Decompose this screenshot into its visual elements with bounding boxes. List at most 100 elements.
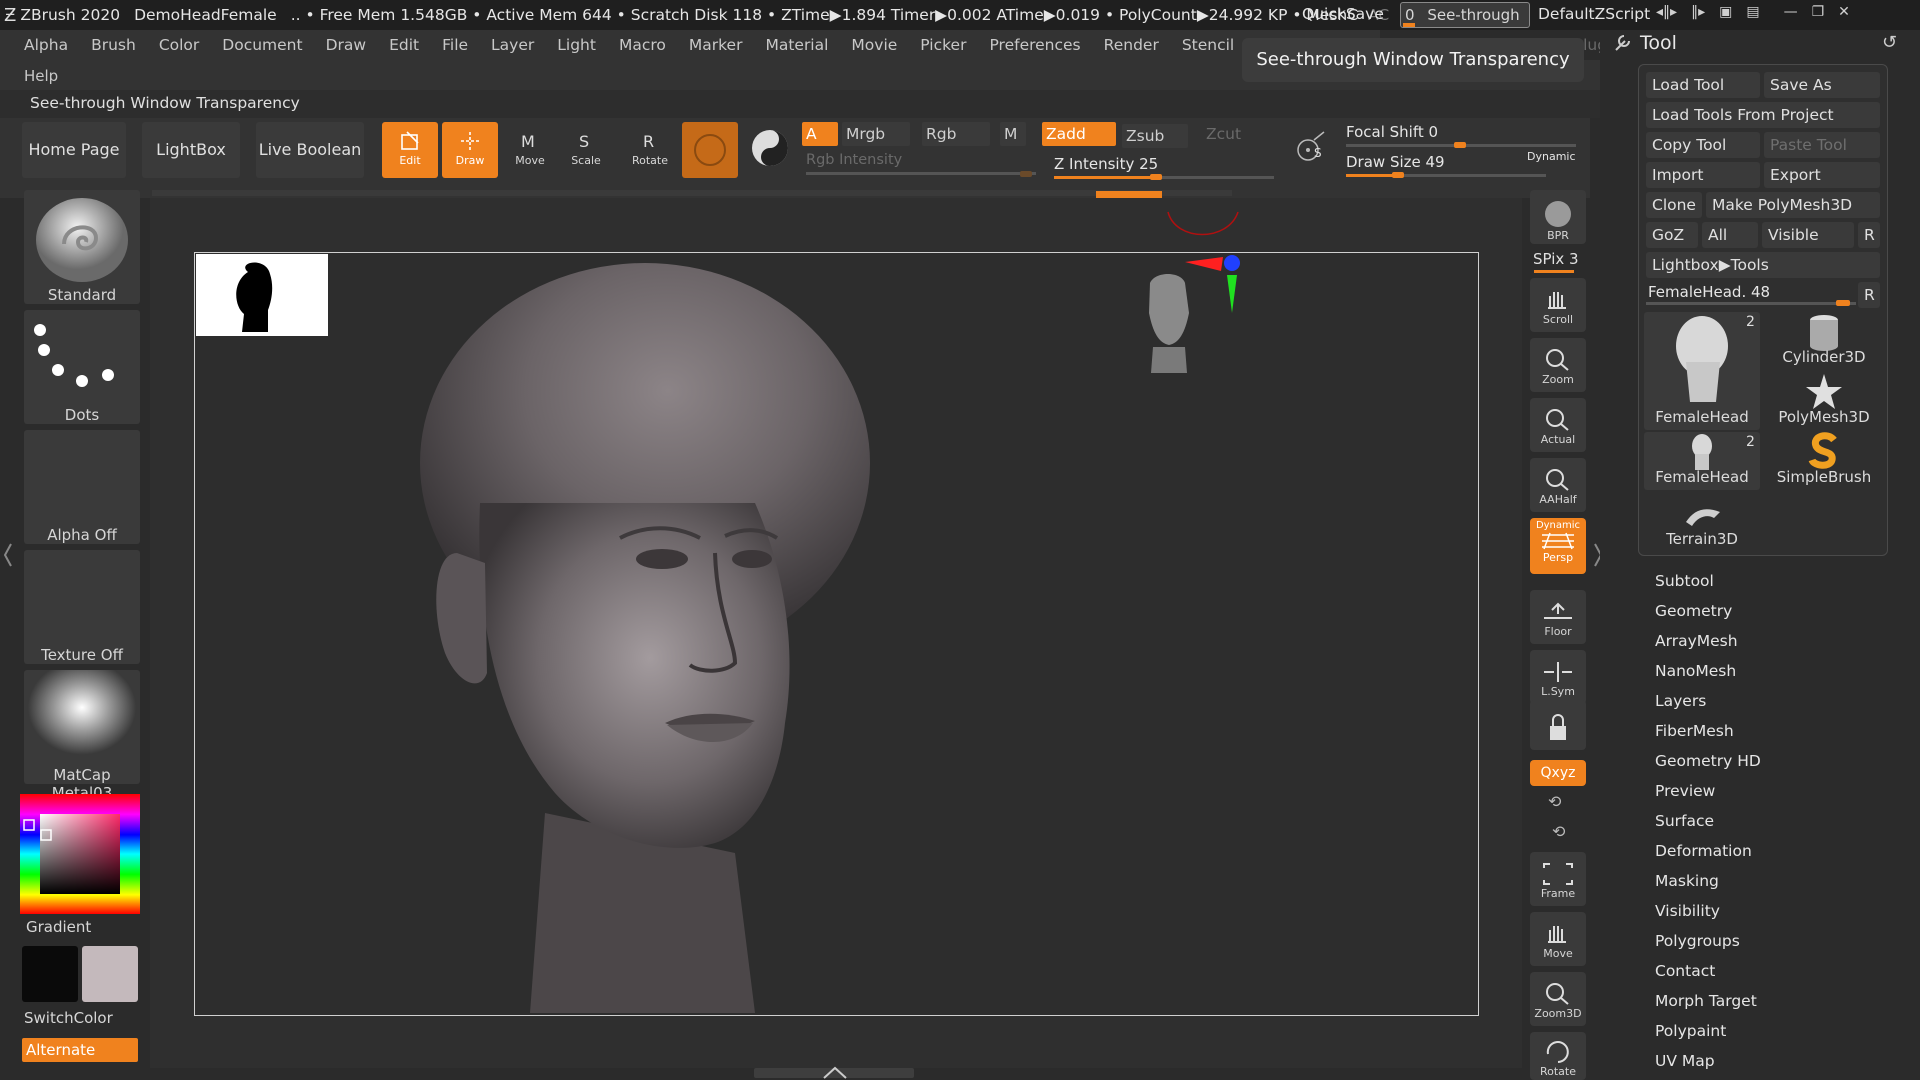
layout-icon[interactable]: ▣ xyxy=(1719,4,1732,26)
subpalette-preview[interactable]: Preview xyxy=(1655,782,1715,800)
left-tray-handle[interactable] xyxy=(3,540,12,570)
goz-r-button[interactable]: R xyxy=(1858,222,1880,248)
lazy-mouse-button[interactable]: S xyxy=(1290,128,1330,172)
bpr-button[interactable]: BPR xyxy=(1530,190,1586,244)
subpalette-polypaint[interactable]: Polypaint xyxy=(1655,1022,1726,1040)
menu-spacing2-icon[interactable]: ‖▸ xyxy=(1691,4,1705,26)
scale-button[interactable]: S Scale xyxy=(558,122,614,178)
default-zscript-button[interactable]: DefaultZScript xyxy=(1538,5,1650,23)
a-toggle[interactable]: A xyxy=(802,122,838,146)
secondary-color-swatch[interactable] xyxy=(82,946,138,1002)
m-toggle[interactable]: M xyxy=(1000,122,1026,146)
document-viewport[interactable] xyxy=(194,252,1479,1016)
menu-draw[interactable]: Draw xyxy=(326,36,366,54)
main-color-swatch[interactable] xyxy=(22,946,78,1002)
home-page-button[interactable]: Home Page xyxy=(22,122,126,178)
rotate-button[interactable]: R Rotate xyxy=(622,122,678,178)
subpalette-uv-map[interactable]: UV Map xyxy=(1655,1052,1715,1070)
subpalette-masking[interactable]: Masking xyxy=(1655,872,1719,890)
menu-stencil[interactable]: Stencil xyxy=(1182,36,1234,54)
tool-thumb-polymesh3d[interactable]: PolyMesh3D xyxy=(1764,372,1884,428)
import-button[interactable]: Import xyxy=(1646,162,1760,188)
stroke-tile[interactable]: Dots xyxy=(24,310,140,424)
rgb-intensity-slider[interactable] xyxy=(806,172,1036,175)
zsub-toggle[interactable]: Zsub xyxy=(1122,124,1188,148)
menu-movie[interactable]: Movie xyxy=(851,36,897,54)
menu-layer[interactable]: Layer xyxy=(491,36,534,54)
restore-icon[interactable]: ❐ xyxy=(1812,4,1825,26)
menu-edit[interactable]: Edit xyxy=(389,36,419,54)
tool-thumb-simplebrush[interactable]: SimpleBrush xyxy=(1764,432,1884,488)
copy-tool-button[interactable]: Copy Tool xyxy=(1646,132,1760,158)
material-sphere-button[interactable] xyxy=(682,122,738,178)
mrgb-toggle[interactable]: Mrgb xyxy=(842,122,910,146)
tool-thumb-femalehead[interactable]: 2 FemaleHead xyxy=(1644,312,1760,430)
rgb-intensity-knob[interactable] xyxy=(1020,171,1032,177)
persp-button[interactable]: Dynamic Persp xyxy=(1530,518,1586,574)
tool-thumb-cylinder3d[interactable]: Cylinder3D xyxy=(1764,312,1884,368)
menu-light[interactable]: Light xyxy=(557,36,596,54)
make-polymesh3d-button[interactable]: Make PolyMesh3D xyxy=(1706,192,1880,218)
menu-material[interactable]: Material xyxy=(765,36,828,54)
chevron-up-icon[interactable] xyxy=(820,1066,850,1080)
goz-all-button[interactable]: All xyxy=(1702,222,1758,248)
tool-thumb-femalehead-2[interactable]: 2 FemaleHead xyxy=(1644,432,1760,490)
menu-marker[interactable]: Marker xyxy=(689,36,743,54)
alternate-button[interactable]: Alternate xyxy=(22,1038,138,1062)
menu-picker[interactable]: Picker xyxy=(920,36,966,54)
menu-spacing-icon[interactable]: ◂‖▸ xyxy=(1656,4,1677,26)
lightbox-tools-button[interactable]: Lightbox▶Tools xyxy=(1646,252,1880,278)
current-tool-knob[interactable] xyxy=(1836,300,1850,306)
load-tool-button[interactable]: Load Tool xyxy=(1646,72,1760,98)
menu-alpha[interactable]: Alpha xyxy=(24,36,68,54)
frame-button[interactable]: Frame xyxy=(1530,852,1586,906)
subpalette-geometry[interactable]: Geometry xyxy=(1655,602,1732,620)
menu-brush[interactable]: Brush xyxy=(91,36,136,54)
close-icon[interactable]: ✕ xyxy=(1838,4,1850,26)
subpalette-morph-target[interactable]: Morph Target xyxy=(1655,992,1757,1010)
zoom3d-button[interactable]: Zoom3D xyxy=(1530,972,1586,1026)
texture-tile[interactable]: Texture Off xyxy=(24,550,140,664)
spix-slider[interactable]: SPix 3 xyxy=(1533,250,1579,268)
xyz-rotation-button[interactable]: Qxyz xyxy=(1530,760,1586,786)
edit-button[interactable]: Edit xyxy=(382,122,438,178)
z-intensity-knob[interactable] xyxy=(1150,174,1162,180)
material-tile[interactable]: MatCap Metal03 xyxy=(24,670,140,802)
tool-panel-title[interactable]: Tool xyxy=(1640,32,1677,54)
brush-tile[interactable]: Standard xyxy=(24,190,140,304)
dynamic-toggle[interactable]: Dynamic xyxy=(1527,150,1576,163)
zcut-toggle[interactable]: Zcut xyxy=(1202,122,1262,146)
subpalette-subtool[interactable]: Subtool xyxy=(1655,572,1714,590)
menu-macro[interactable]: Macro xyxy=(619,36,666,54)
focal-shift-knob[interactable] xyxy=(1454,142,1466,148)
subpalette-fibermesh[interactable]: FiberMesh xyxy=(1655,722,1734,740)
lightbox-button[interactable]: LightBox xyxy=(142,122,240,178)
paste-tool-button[interactable]: Paste Tool xyxy=(1764,132,1880,158)
reset-icon[interactable]: ↺ xyxy=(1882,32,1897,53)
subpalette-surface[interactable]: Surface xyxy=(1655,812,1714,830)
layout2-icon[interactable]: ▤ xyxy=(1746,4,1759,26)
move-button[interactable]: M Move xyxy=(502,122,558,178)
quicksave-button[interactable]: QuickSave xyxy=(1302,5,1384,23)
clone-button[interactable]: Clone xyxy=(1646,192,1702,218)
rotate-view-button[interactable]: Rotate xyxy=(1530,1032,1586,1080)
scroll-button[interactable]: Scroll xyxy=(1530,278,1586,332)
subpalette-arraymesh[interactable]: ArrayMesh xyxy=(1655,632,1738,650)
aahalf-button[interactable]: AAHalf xyxy=(1530,458,1586,512)
menu-preferences[interactable]: Preferences xyxy=(989,36,1080,54)
local-transform-button[interactable] xyxy=(1530,700,1586,750)
subpalette-geometry-hd[interactable]: Geometry HD xyxy=(1655,752,1761,770)
z-rotation-icon[interactable]: ⟲ xyxy=(1552,822,1565,841)
menu-file[interactable]: File xyxy=(442,36,468,54)
floor-button[interactable]: Floor xyxy=(1530,590,1586,644)
gradient-label[interactable]: Gradient xyxy=(26,918,91,936)
tool-thumb-terrain3d[interactable]: Terrain3D xyxy=(1644,494,1764,550)
y-rotation-icon[interactable]: ⟲ xyxy=(1548,792,1561,811)
lsym-button[interactable]: L.Sym xyxy=(1530,650,1586,704)
minimize-icon[interactable]: — xyxy=(1784,4,1798,26)
color-sphere-button[interactable] xyxy=(748,126,792,170)
actual-button[interactable]: Actual xyxy=(1530,398,1586,452)
menu-document[interactable]: Document xyxy=(222,36,302,54)
zoom-button[interactable]: Zoom xyxy=(1530,338,1586,392)
export-button[interactable]: Export xyxy=(1764,162,1880,188)
